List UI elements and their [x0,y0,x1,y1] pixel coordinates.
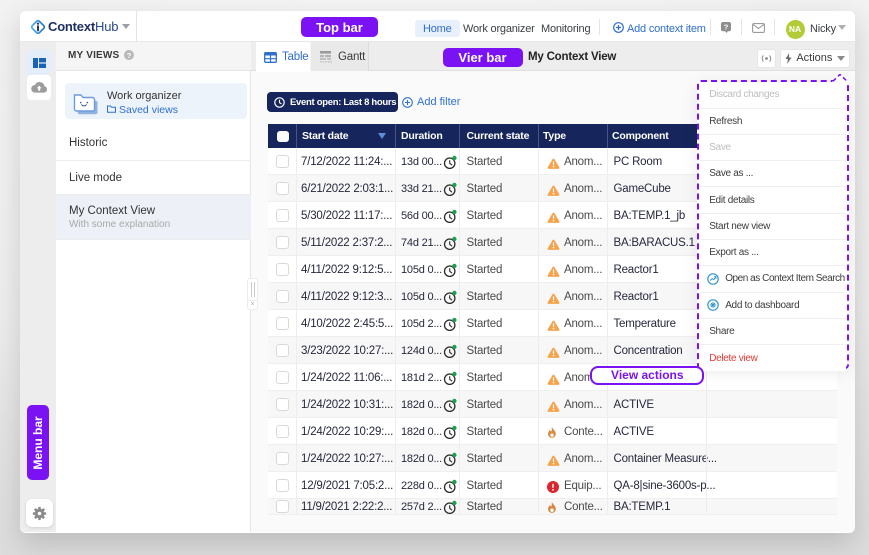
svg-text:?: ? [724,22,729,31]
